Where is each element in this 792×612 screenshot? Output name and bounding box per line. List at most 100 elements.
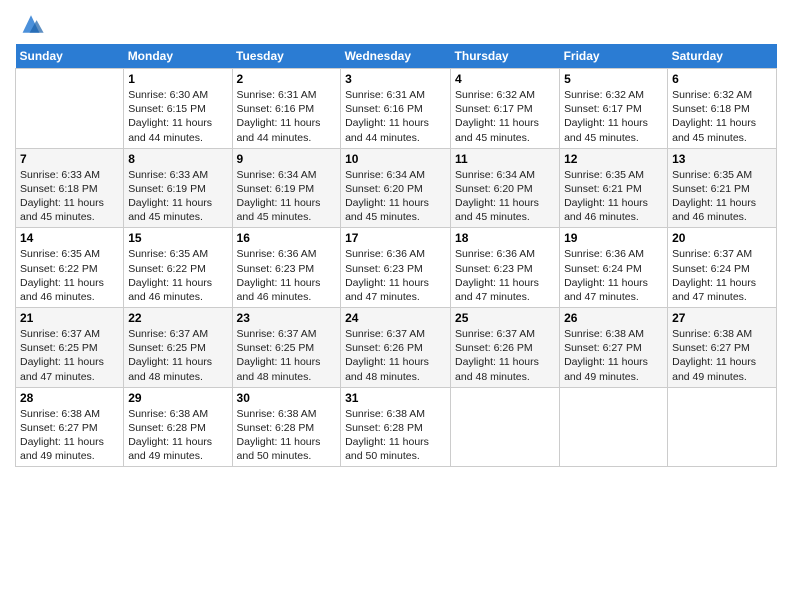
calendar-cell: 19Sunrise: 6:36 AM Sunset: 6:24 PM Dayli… [560, 228, 668, 308]
calendar-cell: 16 Sunrise: 6:36 AM Sunset: 6:23 PM Dayli… [232, 228, 341, 308]
calendar-cell: 27 Sunrise: 6:38 AM Sunset: 6:27 PM Dayli… [668, 308, 777, 388]
day-number: 9 [237, 152, 337, 166]
day-number: 8 [128, 152, 227, 166]
weekday-header: Saturday [668, 44, 777, 69]
day-number: 18 [455, 231, 555, 245]
calendar-week-row: 7 Sunrise: 6:33 AM Sunset: 6:18 PM Daylig… [16, 148, 777, 228]
cell-content: Sunrise: 6:35 AM Sunset: 6:22 PM Dayligh… [20, 247, 119, 304]
day-number: 20 [672, 231, 772, 245]
cell-content: Sunrise: 6:34 AM Sunset: 6:20 PM Dayligh… [455, 168, 555, 225]
calendar-cell: 28 Sunrise: 6:38 AM Sunset: 6:27 PM Dayli… [16, 387, 124, 467]
calendar-cell: 2 Sunrise: 6:31 AM Sunset: 6:16 PM Daylig… [232, 69, 341, 149]
day-number: 7 [20, 152, 119, 166]
cell-content: Sunrise: 6:38 AM Sunset: 6:27 PM Dayligh… [564, 327, 663, 384]
calendar-cell: 7 Sunrise: 6:33 AM Sunset: 6:18 PM Daylig… [16, 148, 124, 228]
cell-content: Sunrise: 6:36 AM Sunset: 6:23 PM Dayligh… [345, 247, 446, 304]
day-number: 13 [672, 152, 772, 166]
calendar-cell: 1 Sunrise: 6:30 AM Sunset: 6:15 PM Daylig… [124, 69, 232, 149]
weekday-header: Sunday [16, 44, 124, 69]
cell-content: Sunrise: 6:38 AM Sunset: 6:27 PM Dayligh… [20, 407, 119, 464]
calendar-cell: 5 Sunrise: 6:32 AM Sunset: 6:17 PM Daylig… [560, 69, 668, 149]
logo [15, 10, 45, 38]
cell-content: Sunrise: 6:31 AM Sunset: 6:16 PM Dayligh… [237, 88, 337, 145]
cell-content: Sunrise: 6:32 AM Sunset: 6:18 PM Dayligh… [672, 88, 772, 145]
cell-content: Sunrise: 6:36 AM Sunset: 6:23 PM Dayligh… [455, 247, 555, 304]
calendar-cell [560, 387, 668, 467]
weekday-header: Wednesday [341, 44, 451, 69]
day-number: 26 [564, 311, 663, 325]
calendar-cell: 23 Sunrise: 6:37 AM Sunset: 6:25 PM Dayli… [232, 308, 341, 388]
cell-content: Sunrise: 6:36 AM Sunset: 6:23 PM Dayligh… [237, 247, 337, 304]
cell-content: Sunrise: 6:32 AM Sunset: 6:17 PM Dayligh… [455, 88, 555, 145]
calendar-table: SundayMondayTuesdayWednesdayThursdayFrid… [15, 44, 777, 467]
day-number: 23 [237, 311, 337, 325]
calendar-cell: 24Sunrise: 6:37 AM Sunset: 6:26 PM Dayli… [341, 308, 451, 388]
cell-content: Sunrise: 6:37 AM Sunset: 6:25 PM Dayligh… [128, 327, 227, 384]
calendar-cell: 18 Sunrise: 6:36 AM Sunset: 6:23 PM Dayli… [451, 228, 560, 308]
cell-content: Sunrise: 6:35 AM Sunset: 6:22 PM Dayligh… [128, 247, 227, 304]
day-number: 10 [345, 152, 446, 166]
weekday-header: Tuesday [232, 44, 341, 69]
cell-content: Sunrise: 6:37 AM Sunset: 6:24 PM Dayligh… [672, 247, 772, 304]
day-number: 14 [20, 231, 119, 245]
cell-content: Sunrise: 6:34 AM Sunset: 6:19 PM Dayligh… [237, 168, 337, 225]
day-number: 2 [237, 72, 337, 86]
calendar-cell: 30Sunrise: 6:38 AM Sunset: 6:28 PM Dayli… [232, 387, 341, 467]
day-number: 4 [455, 72, 555, 86]
weekday-header: Monday [124, 44, 232, 69]
day-number: 30 [237, 391, 337, 405]
day-number: 3 [345, 72, 446, 86]
calendar-cell: 20 Sunrise: 6:37 AM Sunset: 6:24 PM Dayli… [668, 228, 777, 308]
calendar-cell: 14 Sunrise: 6:35 AM Sunset: 6:22 PM Dayli… [16, 228, 124, 308]
calendar-cell: 3 Sunrise: 6:31 AM Sunset: 6:16 PM Daylig… [341, 69, 451, 149]
calendar-week-row: 21 Sunrise: 6:37 AM Sunset: 6:25 PM Dayli… [16, 308, 777, 388]
day-number: 1 [128, 72, 227, 86]
cell-content: Sunrise: 6:33 AM Sunset: 6:18 PM Dayligh… [20, 168, 119, 225]
calendar-cell: 29 Sunrise: 6:38 AM Sunset: 6:28 PM Dayli… [124, 387, 232, 467]
day-number: 5 [564, 72, 663, 86]
cell-content: Sunrise: 6:31 AM Sunset: 6:16 PM Dayligh… [345, 88, 446, 145]
calendar-header: SundayMondayTuesdayWednesdayThursdayFrid… [16, 44, 777, 69]
calendar-week-row: 28 Sunrise: 6:38 AM Sunset: 6:27 PM Dayli… [16, 387, 777, 467]
calendar-cell: 17Sunrise: 6:36 AM Sunset: 6:23 PM Dayli… [341, 228, 451, 308]
cell-content: Sunrise: 6:37 AM Sunset: 6:26 PM Dayligh… [345, 327, 446, 384]
day-number: 28 [20, 391, 119, 405]
calendar-cell: 15Sunrise: 6:35 AM Sunset: 6:22 PM Dayli… [124, 228, 232, 308]
cell-content: Sunrise: 6:38 AM Sunset: 6:28 PM Dayligh… [128, 407, 227, 464]
calendar-cell: 11 Sunrise: 6:34 AM Sunset: 6:20 PM Dayli… [451, 148, 560, 228]
calendar-cell: 4 Sunrise: 6:32 AM Sunset: 6:17 PM Daylig… [451, 69, 560, 149]
calendar-cell: 26 Sunrise: 6:38 AM Sunset: 6:27 PM Dayli… [560, 308, 668, 388]
page-header [15, 10, 777, 38]
day-number: 25 [455, 311, 555, 325]
cell-content: Sunrise: 6:34 AM Sunset: 6:20 PM Dayligh… [345, 168, 446, 225]
day-number: 21 [20, 311, 119, 325]
calendar-cell: 8 Sunrise: 6:33 AM Sunset: 6:19 PM Daylig… [124, 148, 232, 228]
day-number: 16 [237, 231, 337, 245]
cell-content: Sunrise: 6:37 AM Sunset: 6:25 PM Dayligh… [20, 327, 119, 384]
calendar-cell: 6 Sunrise: 6:32 AM Sunset: 6:18 PM Daylig… [668, 69, 777, 149]
calendar-cell [668, 387, 777, 467]
cell-content: Sunrise: 6:38 AM Sunset: 6:27 PM Dayligh… [672, 327, 772, 384]
weekday-header: Friday [560, 44, 668, 69]
calendar-cell: 25Sunrise: 6:37 AM Sunset: 6:26 PM Dayli… [451, 308, 560, 388]
calendar-cell [16, 69, 124, 149]
day-number: 27 [672, 311, 772, 325]
calendar-cell: 21 Sunrise: 6:37 AM Sunset: 6:25 PM Dayli… [16, 308, 124, 388]
cell-content: Sunrise: 6:36 AM Sunset: 6:24 PM Dayligh… [564, 247, 663, 304]
day-number: 22 [128, 311, 227, 325]
cell-content: Sunrise: 6:33 AM Sunset: 6:19 PM Dayligh… [128, 168, 227, 225]
day-number: 31 [345, 391, 446, 405]
day-number: 11 [455, 152, 555, 166]
cell-content: Sunrise: 6:32 AM Sunset: 6:17 PM Dayligh… [564, 88, 663, 145]
cell-content: Sunrise: 6:35 AM Sunset: 6:21 PM Dayligh… [564, 168, 663, 225]
calendar-cell: 22 Sunrise: 6:37 AM Sunset: 6:25 PM Dayli… [124, 308, 232, 388]
cell-content: Sunrise: 6:37 AM Sunset: 6:25 PM Dayligh… [237, 327, 337, 384]
day-number: 6 [672, 72, 772, 86]
day-number: 12 [564, 152, 663, 166]
calendar-week-row: 1 Sunrise: 6:30 AM Sunset: 6:15 PM Daylig… [16, 69, 777, 149]
weekday-header: Thursday [451, 44, 560, 69]
calendar-cell: 9 Sunrise: 6:34 AM Sunset: 6:19 PM Daylig… [232, 148, 341, 228]
cell-content: Sunrise: 6:30 AM Sunset: 6:15 PM Dayligh… [128, 88, 227, 145]
day-number: 29 [128, 391, 227, 405]
logo-icon [17, 10, 45, 38]
